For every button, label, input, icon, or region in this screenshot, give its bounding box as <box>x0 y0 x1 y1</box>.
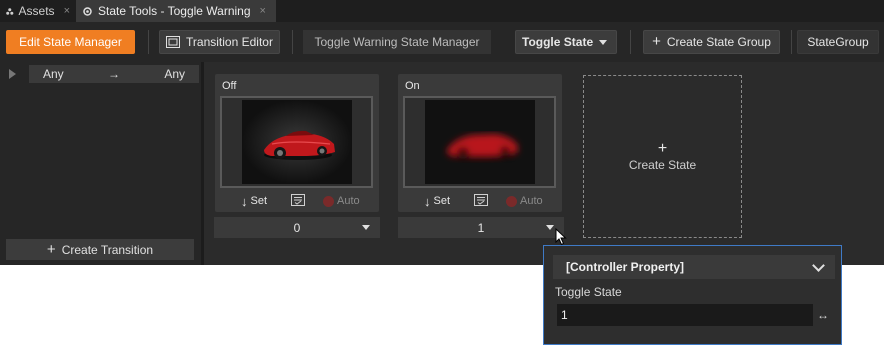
state-tools-icon <box>83 6 92 16</box>
toolbar-divider <box>148 30 149 54</box>
state-group-name-field[interactable]: StateGroup <box>797 30 879 54</box>
state-name: On <box>405 80 420 92</box>
toolbar-divider <box>791 30 792 54</box>
arrow-right-icon: → <box>108 67 120 81</box>
chevron-down-icon[interactable] <box>812 259 825 272</box>
record-icon <box>323 195 334 207</box>
transition-editor-label: Transition Editor <box>186 35 273 49</box>
controller-property-header[interactable]: [Controller Property] <box>553 255 835 279</box>
state-actions: ↓ Set Auto <box>398 192 562 210</box>
tab-bar: Assets × State Tools - Toggle Warning × <box>0 0 884 22</box>
auto-label: Auto <box>520 195 543 207</box>
tab-state-tools[interactable]: State Tools - Toggle Warning × <box>76 0 276 22</box>
state-manager-name: Toggle Warning State Manager <box>303 30 491 54</box>
transition-to: Any <box>164 67 185 81</box>
state-group-dropdown-label: Toggle State <box>522 35 594 49</box>
close-icon[interactable]: × <box>260 5 266 17</box>
red-sports-car-blurred-image <box>425 100 535 184</box>
close-icon[interactable]: × <box>64 5 70 17</box>
record-icon <box>506 195 517 207</box>
create-state-group-button[interactable]: + Create State Group <box>643 30 780 54</box>
plus-icon: + <box>652 33 661 50</box>
set-label: Set <box>250 195 268 207</box>
state-thumbnail <box>220 96 373 188</box>
arrow-down-icon: ↓ <box>424 193 431 209</box>
chevron-down-icon <box>362 225 370 230</box>
toggle-state-input[interactable]: 1 <box>557 304 813 326</box>
controller-property-popup: [Controller Property] Toggle State 1 ↔ <box>543 245 842 345</box>
state-value: 1 <box>477 220 485 235</box>
play-icon[interactable] <box>9 69 16 79</box>
state-group-dropdown[interactable]: Toggle State <box>515 30 617 54</box>
auto-label: Auto <box>337 195 360 207</box>
state-name: Off <box>222 80 237 92</box>
create-transition-button[interactable]: + Create Transition <box>6 239 194 260</box>
panel-splitter[interactable] <box>201 62 204 265</box>
create-state-group-label: Create State Group <box>666 35 771 49</box>
chevron-down-icon <box>546 225 554 230</box>
bind-arrows-icon[interactable]: ↔ <box>817 308 829 322</box>
create-transition-label: Create Transition <box>61 242 154 257</box>
toolbar-divider <box>292 30 293 54</box>
transition-editor-icon <box>166 36 181 48</box>
tab-assets-label: Assets <box>18 4 55 18</box>
checklist-icon[interactable] <box>291 193 305 209</box>
transition-row[interactable]: Any → Any <box>5 65 199 83</box>
tab-assets[interactable]: Assets × <box>0 0 76 22</box>
state-value-dropdown-off[interactable]: 0 <box>214 217 380 238</box>
chevron-down-icon <box>599 40 607 45</box>
plus-icon: + <box>46 240 56 258</box>
state-tools-app: Assets × State Tools - Toggle Warning × … <box>0 0 884 265</box>
auto-toggle[interactable]: Auto <box>506 195 543 207</box>
tab-state-tools-label: State Tools - Toggle Warning <box>98 4 251 18</box>
transition-editor-button[interactable]: Transition Editor <box>159 30 280 54</box>
arrow-down-icon: ↓ <box>241 193 248 209</box>
auto-toggle[interactable]: Auto <box>323 195 360 207</box>
popup-title: [Controller Property] <box>566 260 685 274</box>
transition-item[interactable]: Any → Any <box>29 65 199 83</box>
set-button[interactable]: ↓ Set <box>424 194 450 209</box>
plus-icon: + <box>657 139 668 157</box>
create-state-label: Create State <box>628 157 697 172</box>
checklist-icon[interactable] <box>474 193 488 209</box>
set-button[interactable]: ↓ Set <box>241 194 267 209</box>
toolbar: Edit State Manager Transition Editor Tog… <box>0 22 884 62</box>
state-value: 0 <box>293 220 301 235</box>
edit-state-manager-button[interactable]: Edit State Manager <box>6 30 135 54</box>
set-label: Set <box>433 195 451 207</box>
state-actions: ↓ Set Auto <box>215 192 379 210</box>
red-sports-car-image <box>242 100 352 184</box>
transitions-panel: Any → Any + Create Transition <box>0 62 201 265</box>
assets-icon <box>6 7 14 15</box>
state-value-dropdown-on[interactable]: 1 <box>398 217 564 238</box>
toolbar-divider <box>630 30 631 54</box>
transition-from: Any <box>43 67 64 81</box>
state-card-on[interactable]: On ↓ Set Auto <box>398 74 562 212</box>
mouse-cursor-icon <box>555 228 567 246</box>
state-thumbnail <box>403 96 556 188</box>
create-state-button[interactable]: + Create State <box>583 75 742 238</box>
toggle-state-label: Toggle State <box>555 285 622 299</box>
state-card-off[interactable]: Off ↓ Set Auto <box>215 74 379 212</box>
